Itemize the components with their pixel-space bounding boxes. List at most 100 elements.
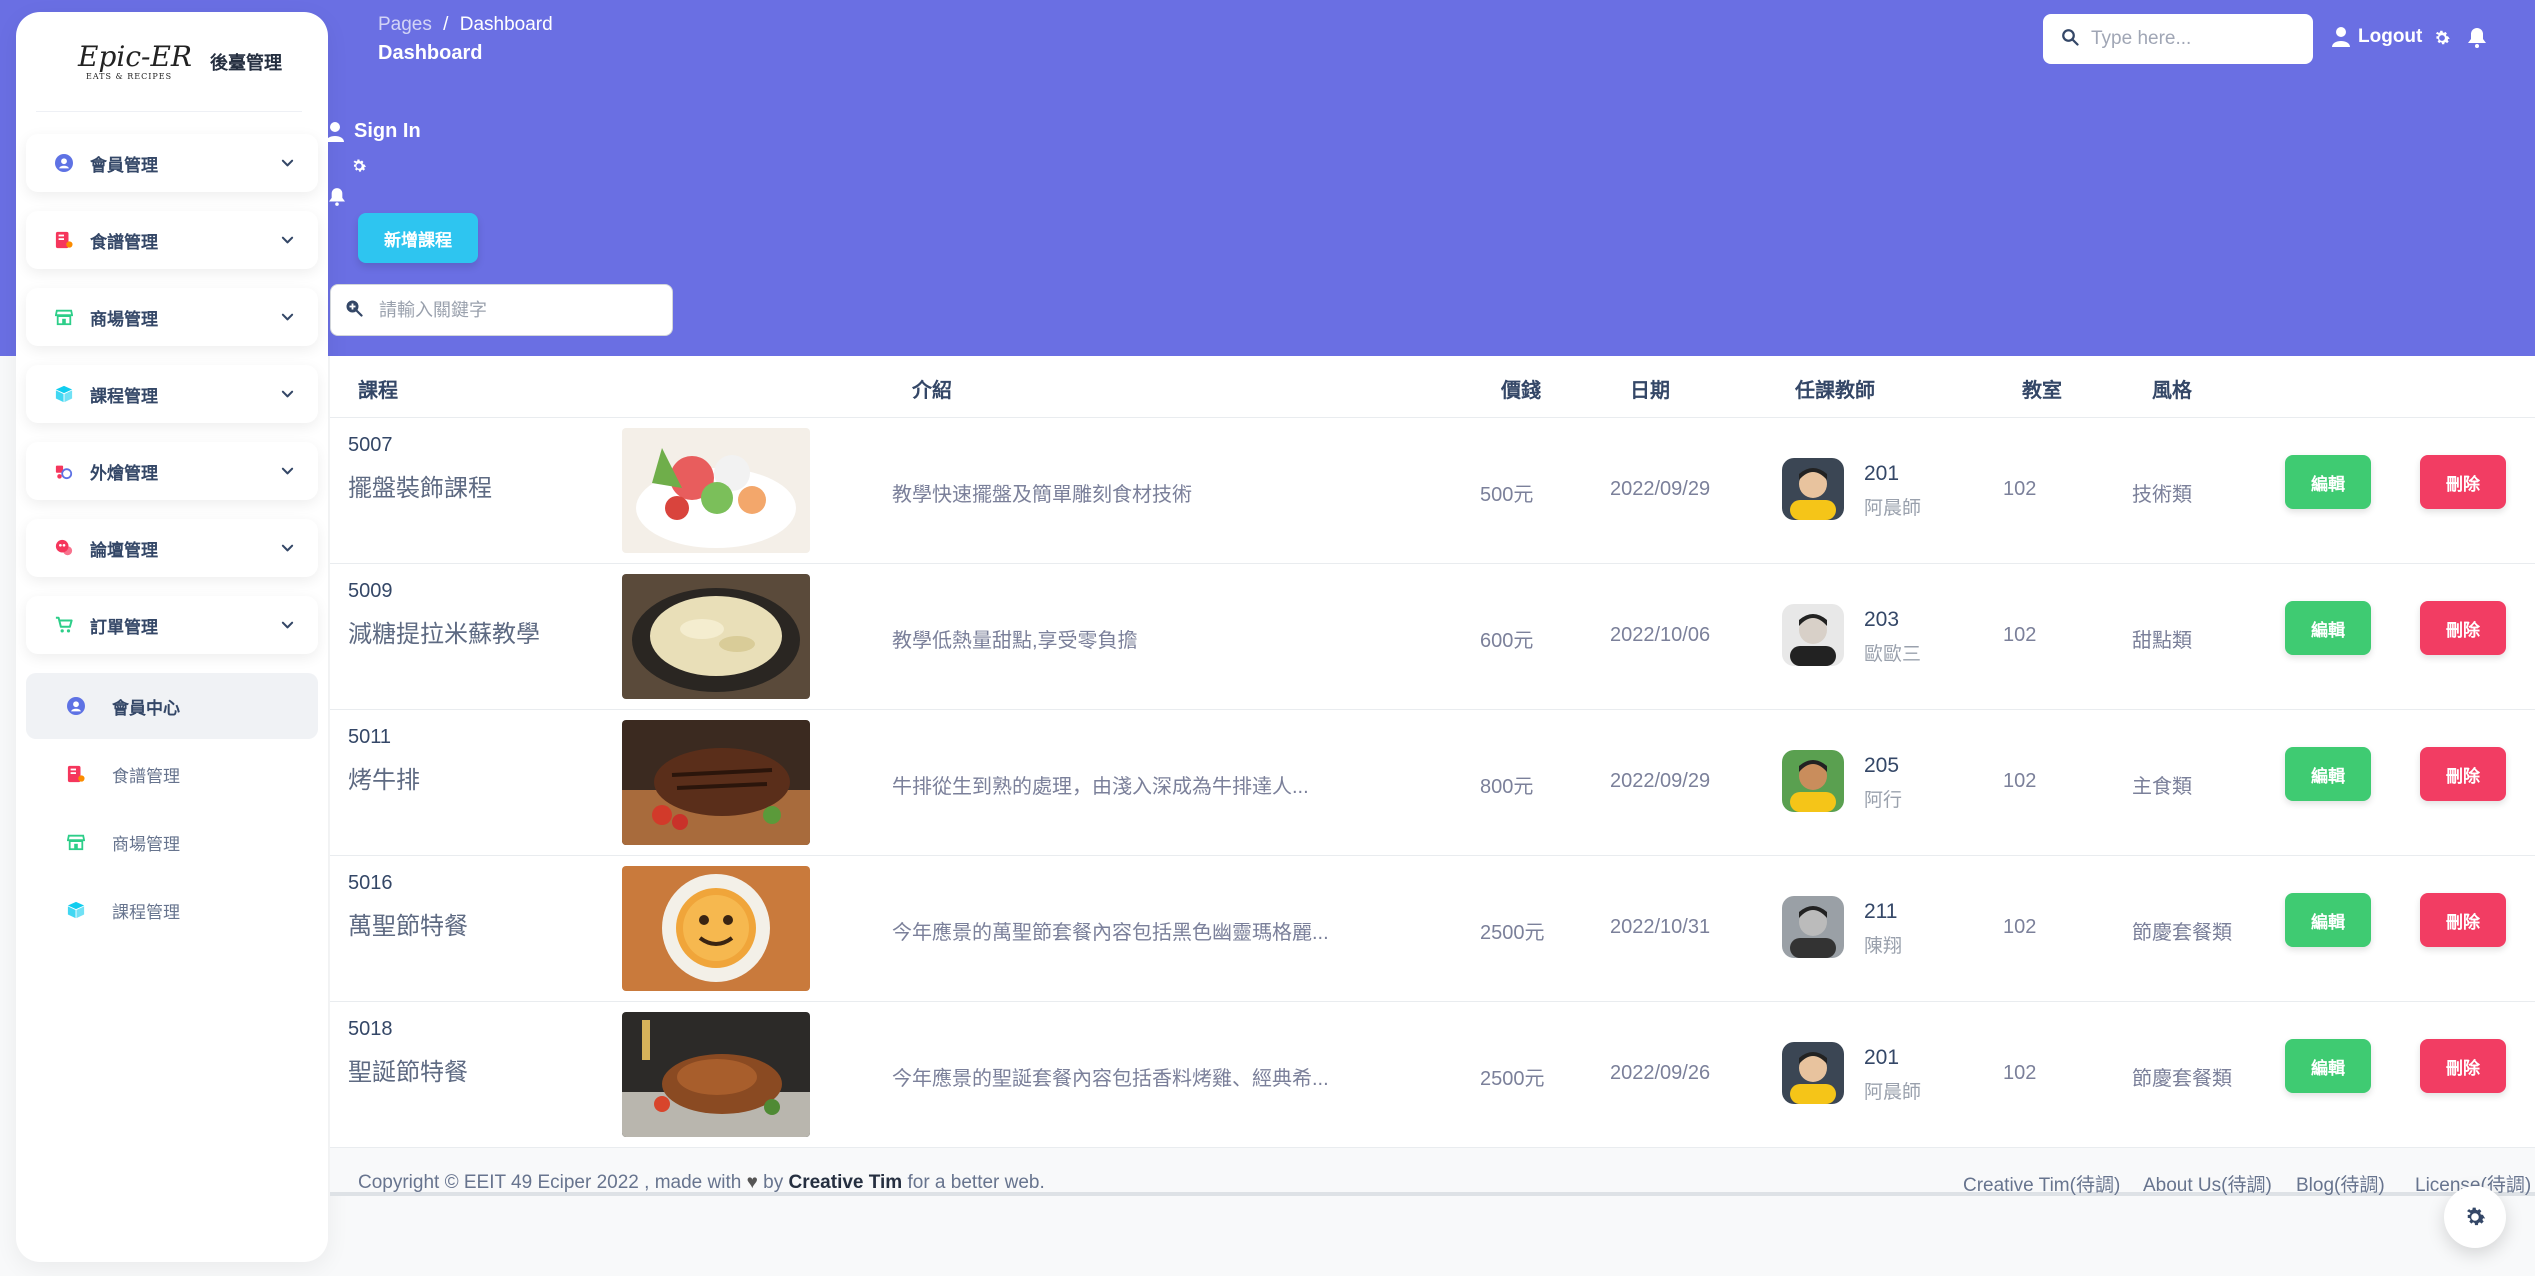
course-intro: 教學低熱量甜點,享受零負擔 (892, 630, 1138, 652)
sidebar-item-label: 訂單管理 (90, 617, 158, 637)
gear-icon[interactable] (348, 155, 370, 177)
sidebar-item-label: 課程管理 (90, 386, 158, 406)
settings-fab[interactable] (2444, 1186, 2506, 1248)
sidebar-item-label: 論壇管理 (90, 540, 158, 560)
sidebar-subitem-label: 商場管理 (112, 834, 180, 854)
teacher-avatar (1782, 458, 1844, 520)
sidebar-item[interactable]: 食譜管理 (26, 211, 318, 269)
delete-button[interactable]: 刪除 (2420, 601, 2506, 655)
search-plus-icon (345, 299, 363, 322)
sidebar-item[interactable]: 會員管理 (26, 134, 318, 192)
sidebar-item[interactable]: 商場管理 (26, 288, 318, 346)
course-style: 節慶套餐類 (2132, 1068, 2232, 1090)
edit-button[interactable]: 編輯 (2285, 455, 2371, 509)
heart-icon: ♥ (746, 1172, 758, 1193)
sidebar-item[interactable]: 訂單管理 (26, 596, 318, 654)
course-price: 2500元 (1480, 922, 1545, 944)
sidebar-subitem[interactable]: 商場管理 (26, 809, 318, 875)
user-icon (2332, 27, 2350, 47)
header-price: 價錢 (1501, 380, 1541, 402)
sidebar-subitem[interactable]: 會員中心 (26, 673, 318, 739)
chevron-down-icon[interactable] (280, 618, 294, 632)
bell-icon[interactable] (2466, 27, 2488, 49)
chevron-down-icon[interactable] (280, 156, 294, 170)
teacher-name: 阿晨師 (1864, 1082, 1922, 1103)
edit-button[interactable]: 編輯 (2285, 747, 2371, 801)
course-style: 技術類 (2132, 484, 2192, 506)
teacher-name: 歐歐三 (1864, 644, 1922, 665)
sidebar-item[interactable]: 外燴管理 (26, 442, 318, 500)
footer: Copyright © EEIT 49 Eciper 2022 , made w… (330, 1148, 2535, 1196)
course-intro: 今年應景的聖誕套餐內容包括香料烤雞、經典希... (892, 1068, 1329, 1090)
sidebar-menu: 會員管理 食譜管理 商場管理 課程管理 外燴管理 論壇管理 訂單管理 會員中心 … (16, 112, 328, 955)
delivery-icon (54, 461, 74, 481)
chevron-down-icon[interactable] (280, 387, 294, 401)
search-input[interactable] (2091, 28, 2291, 50)
course-id: 5007 (348, 434, 393, 456)
footer-link-blog[interactable]: Blog(待調) (2296, 1170, 2385, 1197)
brand[interactable]: Epic-ER EATS & RECIPES 後臺管理 (36, 12, 302, 112)
course-intro: 今年應景的萬聖節套餐內容包括黑色幽靈瑪格麗... (892, 922, 1329, 944)
gear-icon[interactable] (2431, 27, 2453, 49)
header-intro: 介紹 (912, 380, 952, 402)
sidebar-subitem-label: 課程管理 (112, 902, 180, 922)
sidebar-subitem[interactable]: 課程管理 (26, 877, 318, 943)
course-price: 500元 (1480, 484, 1534, 506)
keyword-input[interactable] (379, 299, 659, 321)
add-course-button[interactable]: 新增課程 (358, 213, 478, 263)
footer-link-creative-tim[interactable]: Creative Tim(待調) (1963, 1170, 2120, 1197)
teacher-name: 陳翔 (1864, 936, 1903, 957)
breadcrumb-parent[interactable]: Pages (378, 14, 432, 35)
header-room: 教室 (2022, 380, 2062, 402)
recipe-book-icon (54, 230, 74, 250)
brand-title: 後臺管理 (209, 52, 282, 73)
creative-tim-link[interactable]: Creative Tim (789, 1172, 903, 1193)
page-title: Dashboard (378, 42, 483, 64)
gear-icon (2466, 1207, 2486, 1226)
footer-link-about-us[interactable]: About Us(待調) (2143, 1170, 2272, 1197)
teacher-avatar (1782, 896, 1844, 958)
teacher-id: 205 (1864, 754, 1900, 777)
header-teacher: 任課教師 (1795, 380, 1875, 402)
teacher-id: 201 (1864, 1046, 1900, 1069)
breadcrumb: Pages / Dashboard (378, 14, 553, 36)
keyword-search-box[interactable] (330, 284, 673, 336)
edit-button[interactable]: 編輯 (2285, 1039, 2371, 1093)
chevron-down-icon[interactable] (280, 541, 294, 555)
cart-icon (54, 615, 74, 635)
course-date: 2022/10/06 (1610, 624, 1711, 646)
user-circle-icon (66, 696, 86, 716)
edit-button[interactable]: 編輯 (2285, 893, 2371, 947)
course-date: 2022/09/26 (1610, 1062, 1711, 1084)
header-course: 課程 (358, 380, 398, 402)
course-image (622, 574, 810, 699)
delete-button[interactable]: 刪除 (2420, 1039, 2506, 1093)
delete-button[interactable]: 刪除 (2420, 747, 2506, 801)
chevron-down-icon[interactable] (280, 310, 294, 324)
sign-in-link[interactable]: Sign In (326, 120, 421, 143)
course-image (622, 428, 810, 553)
delete-button[interactable]: 刪除 (2420, 893, 2506, 947)
sidebar-item[interactable]: 論壇管理 (26, 519, 318, 577)
sidebar-item[interactable]: 課程管理 (26, 365, 318, 423)
course-intro: 牛排從生到熟的處理，由淺入深成為牛排達人... (892, 776, 1309, 798)
sidebar-subitem[interactable]: 食譜管理 (26, 741, 318, 807)
chevron-down-icon[interactable] (280, 464, 294, 478)
forum-icon (54, 538, 74, 558)
search-box[interactable] (2043, 14, 2313, 64)
course-image (622, 720, 810, 845)
teacher-avatar (1782, 750, 1844, 812)
header-date: 日期 (1630, 380, 1670, 402)
course-room: 102 (2003, 478, 2037, 500)
bell-icon[interactable] (326, 186, 348, 208)
chevron-down-icon[interactable] (280, 233, 294, 247)
teacher-name: 阿行 (1864, 790, 1903, 811)
teacher-id: 203 (1864, 608, 1900, 631)
course-table: 課程 介紹 價錢 日期 任課教師 教室 風格 5007 擺盤裝飾課程 教學快速擺… (330, 356, 2535, 1148)
edit-button[interactable]: 編輯 (2285, 601, 2371, 655)
delete-button[interactable]: 刪除 (2420, 455, 2506, 509)
logout-link[interactable]: Logout (2332, 26, 2422, 48)
course-price: 2500元 (1480, 1068, 1545, 1090)
store-icon (54, 307, 74, 327)
table-row: 5011 烤牛排 牛排從生到熟的處理，由淺入深成為牛排達人... 800元 20… (330, 710, 2535, 856)
